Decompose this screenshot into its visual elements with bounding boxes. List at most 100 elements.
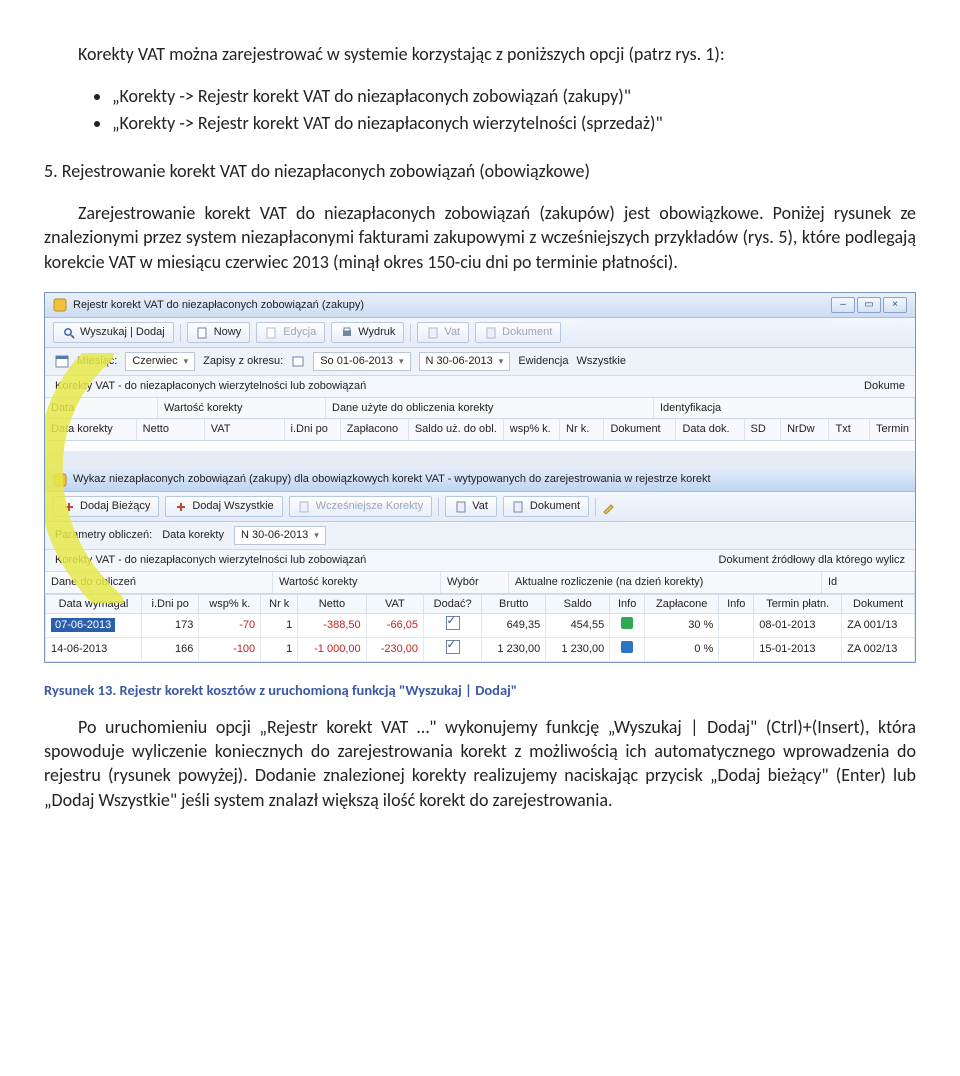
bullet-item: „Korekty -> Rejestr korekt VAT do niezap…: [112, 84, 916, 108]
cell: 173: [141, 614, 198, 638]
grid-group-left: Korekty VAT - do niezapłaconych wierzyte…: [55, 379, 366, 394]
col[interactable]: Zapłacone: [645, 594, 719, 614]
child-toolbar: Dodaj Bieżący Dodaj Wszystkie Wcześniejs…: [45, 492, 915, 522]
col[interactable]: Termin płatn.: [754, 594, 842, 614]
maximize-button[interactable]: ▭: [857, 297, 881, 313]
child-window-title: Wykaz niezapłaconych zobowiązań (zakupy)…: [73, 472, 907, 487]
col[interactable]: Data korekty: [45, 419, 137, 440]
chevron-down-icon: ▾: [184, 355, 189, 367]
month-select[interactable]: Czerwiec ▾: [125, 352, 195, 371]
new-button[interactable]: Nowy: [187, 322, 251, 343]
plus-multi-icon: [174, 500, 188, 514]
col[interactable]: VAT: [366, 594, 423, 614]
prev-corrections-button[interactable]: Wcześniejsze Korekty: [289, 496, 433, 517]
paragraph: Zarejestrowanie korekt VAT do niezapłaco…: [44, 201, 916, 274]
col[interactable]: Saldo: [546, 594, 610, 614]
child-window-titlebar: Wykaz niezapłaconych zobowiązań (zakupy)…: [45, 468, 915, 492]
cell: -1 000,00: [298, 638, 366, 662]
col[interactable]: Info: [610, 594, 645, 614]
vat-button[interactable]: Vat: [445, 496, 497, 517]
col[interactable]: Dokument: [604, 419, 676, 440]
col[interactable]: Data wymagal: [46, 594, 142, 614]
cell-checkbox[interactable]: [424, 638, 482, 662]
filter-bar: Miesiąc: Czerwiec▾ Zapisy z okresu: So 0…: [45, 348, 915, 376]
col[interactable]: SD: [745, 419, 782, 440]
document-icon: [512, 500, 526, 514]
cell-indicator: [719, 638, 754, 662]
correction-date-value: N 30-06-2013: [241, 528, 308, 543]
new-label: Nowy: [214, 325, 242, 340]
app-icon: [53, 298, 67, 312]
col[interactable]: wsp% k.: [199, 594, 261, 614]
col[interactable]: Nr k.: [560, 419, 604, 440]
document-button[interactable]: Dokument: [503, 496, 589, 517]
print-icon: [340, 326, 354, 340]
col[interactable]: Nr k: [261, 594, 298, 614]
col[interactable]: Netto: [137, 419, 205, 440]
col[interactable]: wsp% k.: [504, 419, 560, 440]
calendar-icon: [291, 354, 305, 368]
table-row[interactable]: 14-06-2013 166 -100 1 -1 000,00 -230,00 …: [46, 638, 915, 662]
col[interactable]: i.Dni po: [285, 419, 341, 440]
col[interactable]: VAT: [205, 419, 285, 440]
col[interactable]: Termin: [870, 419, 915, 440]
cell-date: 14-06-2013: [46, 638, 142, 662]
cell: ZA 001/13: [842, 614, 915, 638]
col[interactable]: Dokument: [842, 594, 915, 614]
month-value: Czerwiec: [132, 354, 177, 369]
col[interactable]: Dodać?: [424, 594, 482, 614]
col[interactable]: NrDw: [781, 419, 829, 440]
table-header-row: Data wymagal i.Dni po wsp% k. Nr k Netto…: [46, 594, 915, 614]
add-all-label: Dodaj Wszystkie: [192, 499, 273, 514]
params-label: Parametry obliczeń:: [55, 528, 152, 543]
edit-button[interactable]: Edycja: [256, 322, 325, 343]
add-current-button[interactable]: Dodaj Bieżący: [53, 496, 159, 517]
table-row[interactable]: 07-06-2013 173 -70 1 -388,50 -66,05 649,…: [46, 614, 915, 638]
document-button[interactable]: Dokument: [475, 322, 561, 343]
grid-subgroups: Data Wartość korekty Dane użyte do oblic…: [45, 398, 915, 420]
calendar-icon: [55, 354, 69, 368]
empty-grid-area: [45, 441, 915, 452]
section-heading: 5. Rejestrowanie korekt VAT do niezapłac…: [44, 159, 916, 183]
cell: 1: [261, 614, 298, 638]
grid-group-right: Dokume: [864, 379, 905, 394]
print-button[interactable]: Wydruk: [331, 322, 404, 343]
status-square-icon: [621, 641, 633, 653]
date-from[interactable]: So 01-06-2013▾: [313, 352, 410, 371]
evidence-value: Wszystkie: [576, 354, 626, 369]
cell-indicator: [719, 614, 754, 638]
col[interactable]: i.Dni po: [141, 594, 198, 614]
search-add-button[interactable]: Wyszukaj | Dodaj: [53, 322, 174, 343]
cell: 1 230,00: [546, 638, 610, 662]
grid-group-header: Korekty VAT - do niezapłaconych wierzyte…: [45, 376, 915, 398]
params-bar: Parametry obliczeń: Data korekty N 30-06…: [45, 522, 915, 550]
broom-icon[interactable]: [602, 500, 616, 514]
add-all-button[interactable]: Dodaj Wszystkie: [165, 496, 282, 517]
subgroup: Wybór: [441, 572, 509, 593]
cell-indicator: [610, 638, 645, 662]
cell-checkbox[interactable]: [424, 614, 482, 638]
date-from-value: So 01-06-2013: [320, 354, 393, 369]
separator: [438, 498, 439, 516]
cell: -388,50: [298, 614, 366, 638]
col[interactable]: Brutto: [482, 594, 546, 614]
col[interactable]: Zapłacono: [341, 419, 409, 440]
minimize-button[interactable]: –: [831, 297, 855, 313]
bullet-list: „Korekty -> Rejestr korekt VAT do niezap…: [112, 84, 916, 135]
child-grid-group-left: Korekty VAT - do niezapłaconych wierzyte…: [55, 553, 366, 568]
date-to[interactable]: N 30-06-2013▾: [419, 352, 511, 371]
checkbox-icon: [446, 640, 460, 654]
cell: -100: [199, 638, 261, 662]
vat-button[interactable]: Vat: [417, 322, 469, 343]
col[interactable]: Data dok.: [676, 419, 744, 440]
subgroup: Id: [822, 572, 915, 593]
col[interactable]: Netto: [298, 594, 366, 614]
correction-date-field[interactable]: N 30-06-2013▾: [234, 526, 326, 545]
close-button[interactable]: ×: [883, 297, 907, 313]
col[interactable]: Saldo uż. do obl.: [409, 419, 504, 440]
cell: 15-01-2013: [754, 638, 842, 662]
col[interactable]: Txt: [829, 419, 870, 440]
vat-icon: [426, 326, 440, 340]
separator: [595, 498, 596, 516]
col[interactable]: Info: [719, 594, 754, 614]
